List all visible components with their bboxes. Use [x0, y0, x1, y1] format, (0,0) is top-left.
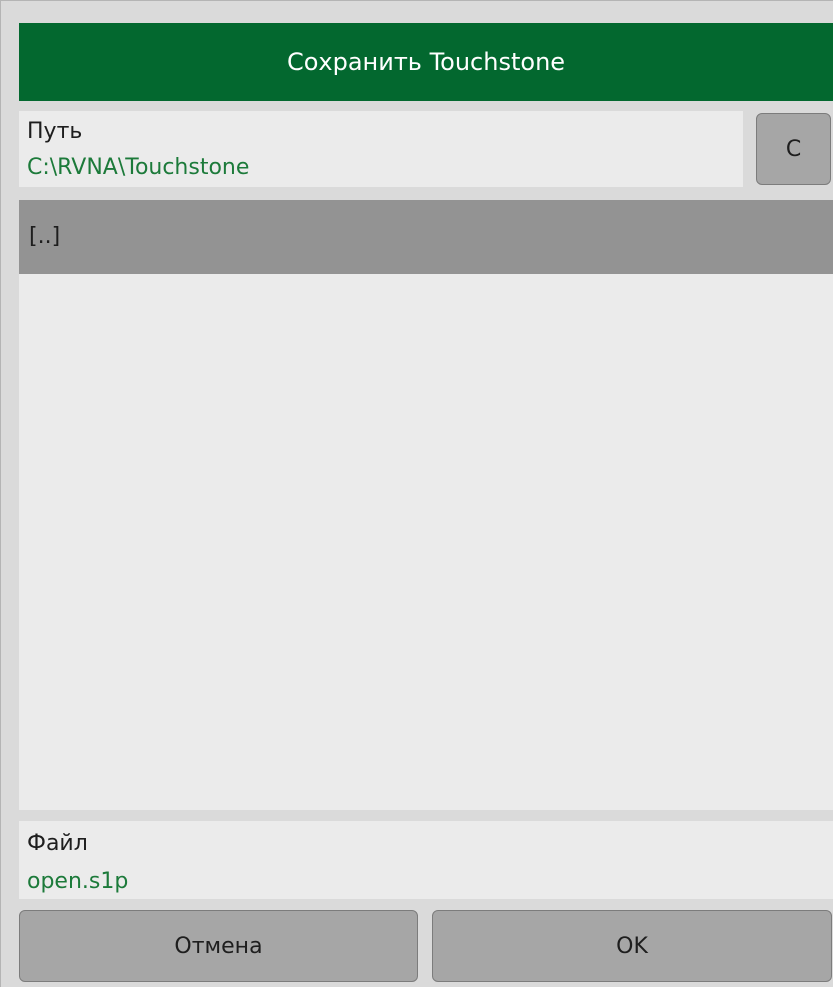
save-touchstone-dialog: Сохранить Touchstone Путь C:\RVNA\Touchs… [0, 0, 833, 987]
path-field: Путь C:\RVNA\Touchstone [19, 111, 743, 187]
file-list[interactable]: [..] [19, 200, 833, 810]
file-name-value: open.s1p [27, 869, 129, 894]
ok-button[interactable]: OK [432, 910, 832, 982]
dialog-title: Сохранить Touchstone [19, 23, 833, 101]
file-name-field[interactable]: Файл open.s1p [19, 821, 833, 899]
path-value: C:\RVNA\Touchstone [27, 155, 250, 180]
file-label: Файл [27, 831, 88, 856]
cancel-button[interactable]: Отмена [19, 910, 418, 982]
drive-select-button[interactable]: C [756, 113, 831, 185]
path-label: Путь [27, 119, 83, 144]
list-item-label: [..] [29, 224, 61, 249]
list-item-parent-directory[interactable]: [..] [19, 200, 833, 274]
